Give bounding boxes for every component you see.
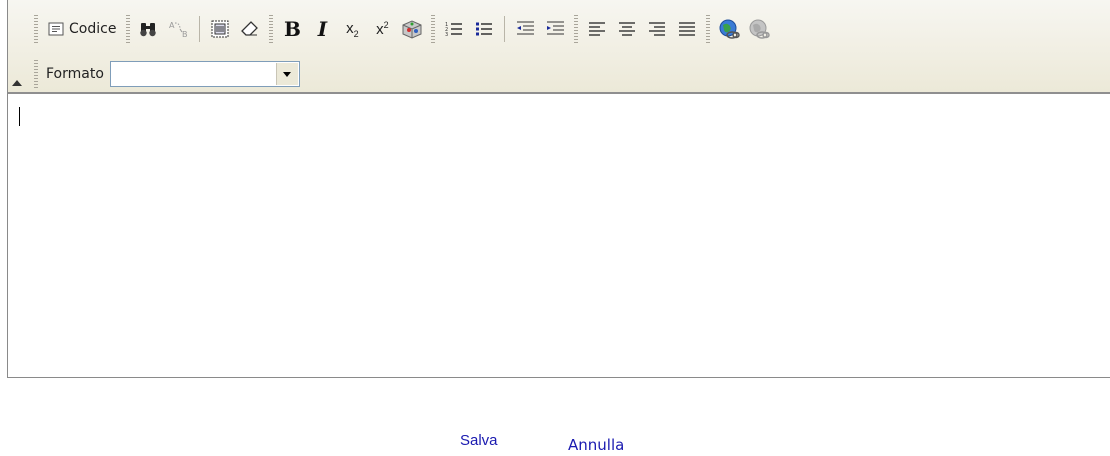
link-button[interactable] (716, 16, 742, 42)
format-label: Formato (46, 66, 104, 82)
select-all-button[interactable] (207, 16, 233, 42)
ordered-list-icon: 123 (445, 20, 463, 38)
justify-button[interactable] (674, 16, 700, 42)
editor-toolbar: Codice AB B I x2 x2 1 2 3 Formato (8, 0, 1110, 94)
special-char-icon (401, 19, 423, 39)
text-caret (19, 107, 20, 126)
indent-icon (545, 20, 565, 38)
outdent-button[interactable] (512, 16, 538, 42)
svg-text:3: 3 (445, 32, 448, 38)
justify-icon (678, 21, 696, 37)
format-select-value (111, 66, 115, 81)
select-all-icon (211, 20, 229, 38)
special-char-button[interactable] (399, 16, 425, 42)
replace-icon: AB (168, 19, 190, 39)
italic-icon: I (317, 17, 328, 41)
bold-icon: B (283, 17, 301, 41)
collapse-toolbar-icon[interactable] (12, 80, 22, 86)
save-link[interactable]: Salva (460, 432, 498, 449)
align-center-button[interactable] (614, 16, 640, 42)
align-center-icon (618, 21, 636, 37)
toolbar-grip[interactable] (34, 15, 38, 43)
toolbar-grip[interactable] (574, 15, 579, 43)
toolbar-grip[interactable] (34, 60, 38, 88)
chevron-down-icon (283, 71, 292, 77)
toolbar-grip[interactable] (706, 15, 711, 43)
align-left-button[interactable] (584, 16, 610, 42)
unlink-button[interactable] (746, 16, 772, 42)
replace-button[interactable]: AB (166, 16, 192, 42)
find-icon (139, 20, 159, 38)
subscript-icon: x2 (346, 19, 359, 39)
align-left-icon (588, 21, 606, 37)
indent-button[interactable] (542, 16, 568, 42)
unordered-list-icon (475, 20, 493, 38)
align-right-button[interactable] (644, 16, 670, 42)
cancel-link[interactable]: Annulla (568, 436, 624, 454)
toolbar-grip[interactable] (431, 15, 436, 43)
form-actions: Salva Annulla (0, 428, 1110, 454)
source-code-button[interactable]: Codice (44, 16, 120, 42)
toolbar-separator (504, 16, 506, 42)
svg-text:B: B (182, 30, 188, 39)
toolbar-grip[interactable] (269, 15, 274, 43)
subscript-button[interactable]: x2 (339, 16, 365, 42)
format-select[interactable] (109, 61, 300, 87)
italic-button[interactable]: I (309, 16, 335, 42)
outdent-icon (515, 20, 535, 38)
source-code-icon (48, 21, 64, 37)
find-button[interactable] (136, 16, 162, 42)
toolbar-row-2: Formato (34, 60, 300, 88)
unordered-list-button[interactable] (471, 16, 497, 42)
toolbar-grip[interactable] (126, 15, 131, 43)
ordered-list-button[interactable]: 123 (441, 16, 467, 42)
rich-text-editor: Codice AB B I x2 x2 1 2 3 Formato (7, 0, 1110, 378)
superscript-button[interactable]: x2 (369, 16, 395, 42)
align-right-icon (648, 21, 666, 37)
svg-text:A: A (169, 21, 175, 30)
toolbar-separator (199, 16, 201, 42)
bold-button[interactable]: B (279, 16, 305, 42)
link-icon (718, 18, 741, 40)
format-dropdown-button[interactable] (275, 63, 298, 85)
superscript-icon: x2 (376, 20, 389, 38)
toolbar-row-1: Codice AB B I x2 x2 1 2 3 (34, 14, 774, 44)
editor-content-area[interactable] (8, 94, 1110, 377)
eraser-icon (240, 20, 260, 38)
unlink-icon (748, 18, 771, 40)
remove-format-button[interactable] (237, 16, 263, 42)
source-code-label: Codice (69, 21, 117, 37)
